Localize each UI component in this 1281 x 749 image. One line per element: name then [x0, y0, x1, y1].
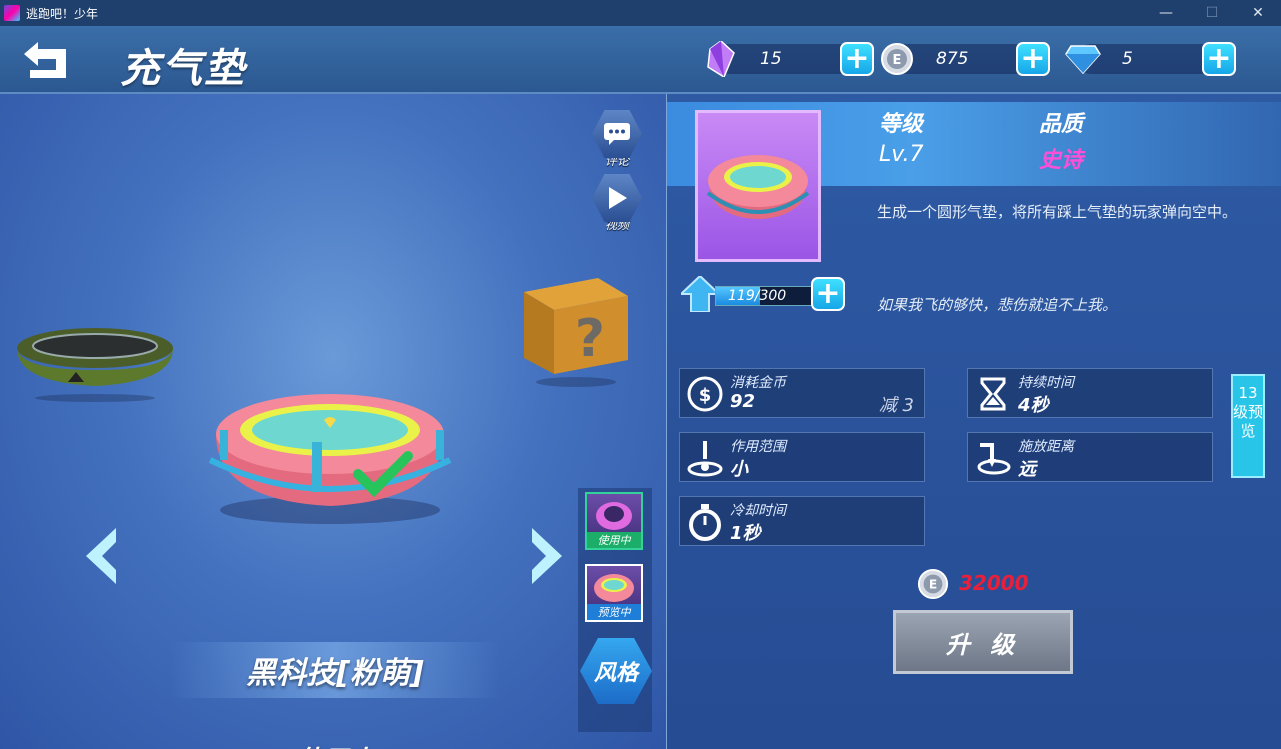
exp-max: /300: [754, 288, 787, 304]
style-button[interactable]: 风格: [580, 638, 652, 704]
stat-value: 1秒: [730, 523, 761, 544]
quality-value: 史诗: [1039, 148, 1084, 173]
style-strip: 使用中 预览中 风格: [578, 488, 652, 732]
item-quote: 如果我飞的够快，悲伤就追不上我。: [877, 296, 1118, 314]
air-cushion-icon: [706, 155, 810, 219]
upgrade-button[interactable]: 升 级: [893, 610, 1073, 674]
quality-label: 品质: [1039, 112, 1084, 137]
upgrade-cost: 32000: [959, 571, 1029, 595]
in-use-tag: 使用中: [587, 532, 641, 548]
page-title: 充气垫: [120, 46, 246, 92]
window-title: 逃跑吧！少年: [26, 6, 99, 21]
svg-text:E: E: [929, 578, 937, 592]
experience-bar: 119/300 +: [681, 276, 847, 312]
stat-value: 92: [730, 391, 756, 412]
coin-stack-icon: $: [687, 376, 723, 412]
range-icon: [687, 441, 723, 477]
stat-coin-cost: $ 消耗金币 92 减 3: [679, 368, 925, 418]
back-button[interactable]: [20, 40, 76, 80]
stat-name: 作用范围: [730, 439, 786, 455]
style-thumb-in-use[interactable]: 使用中: [585, 492, 643, 550]
item-icon-frame: [695, 110, 821, 262]
stat-name: 冷却时间: [730, 503, 786, 519]
other-skin-model[interactable]: [10, 322, 180, 402]
comment-button[interactable]: 评论: [590, 110, 644, 169]
stat-duration: 持续时间 4秒: [967, 368, 1213, 418]
maximize-button[interactable]: ☐: [1189, 0, 1235, 26]
preview-stage: ? 评论 视频 使用中 预览中 风格 黑科技[粉萌]: [0, 94, 666, 749]
svg-text:?: ?: [575, 309, 605, 369]
add-exp-button[interactable]: +: [811, 277, 845, 311]
coin-count: 875: [936, 49, 969, 69]
main-skin-model: [208, 394, 452, 524]
stat-value: 4秒: [1018, 395, 1049, 416]
currency-coin: E 875 +: [881, 42, 1050, 76]
play-icon: [592, 174, 642, 222]
next-skin-arrow[interactable]: [528, 526, 568, 586]
video-button[interactable]: 视频: [590, 174, 644, 233]
add-diamond-button[interactable]: +: [1202, 42, 1236, 76]
chat-icon: [592, 110, 642, 158]
currency-diamond: 5 +: [1065, 42, 1236, 76]
crystal-icon: [702, 40, 740, 78]
minimize-button[interactable]: —: [1143, 0, 1189, 26]
stat-name: 施放距离: [1018, 439, 1074, 455]
stat-cast-distance: 施放距离 远: [967, 432, 1213, 482]
item-detail-panel: 等级 Lv.7 品质 史诗 生成一个圆形气垫，将所有踩上气垫的玩家弹向空中。 1…: [666, 94, 1281, 749]
coin-icon: E: [917, 568, 949, 600]
style-thumb-preview[interactable]: 预览中: [585, 564, 643, 622]
level-value: Lv.7: [879, 142, 924, 167]
skin-name: 黑科技[粉萌]: [246, 656, 424, 691]
stat-extra: 减 3: [878, 395, 914, 416]
add-crystal-button[interactable]: +: [840, 42, 874, 76]
previous-skin-arrow[interactable]: [80, 526, 120, 586]
stat-value: 远: [1018, 459, 1036, 480]
coin-icon: E: [878, 40, 916, 78]
item-description: 生成一个圆形气垫，将所有踩上气垫的玩家弹向空中。: [877, 203, 1238, 221]
stat-name: 持续时间: [1018, 375, 1074, 391]
app-icon: [4, 5, 20, 21]
stopwatch-icon: [689, 504, 721, 541]
window-titlebar: 逃跑吧！少年 — ☐ ✕: [0, 0, 1281, 26]
level-up-arrow-icon: [681, 276, 719, 312]
close-button[interactable]: ✕: [1235, 0, 1281, 26]
svg-text:$: $: [699, 385, 712, 406]
level-label: 等级: [879, 112, 924, 137]
svg-text:E: E: [893, 53, 902, 68]
stat-range: 作用范围 小: [679, 432, 925, 482]
exp-current: 119: [728, 288, 755, 304]
diamond-count: 5: [1122, 49, 1133, 69]
distance-icon: [977, 443, 1011, 475]
hourglass-icon: [980, 377, 1006, 411]
crystal-count: 15: [760, 49, 782, 69]
stat-value: 小: [730, 459, 748, 480]
add-coin-button[interactable]: +: [1016, 42, 1050, 76]
skin-status: 使用中: [170, 740, 500, 749]
diamond-icon: [1064, 40, 1102, 78]
stat-name: 消耗金币: [730, 375, 786, 391]
currency-crystal: 15 +: [707, 41, 874, 77]
level-preview-button[interactable]: 13级预览: [1231, 374, 1265, 478]
mystery-box-model: ?: [524, 278, 628, 387]
stat-cooldown: 冷却时间 1秒: [679, 496, 925, 546]
header: 充气垫 15 + E 875 + 5 +: [0, 26, 1281, 94]
preview-tag: 预览中: [587, 604, 641, 620]
back-arrow-icon: [24, 42, 66, 78]
